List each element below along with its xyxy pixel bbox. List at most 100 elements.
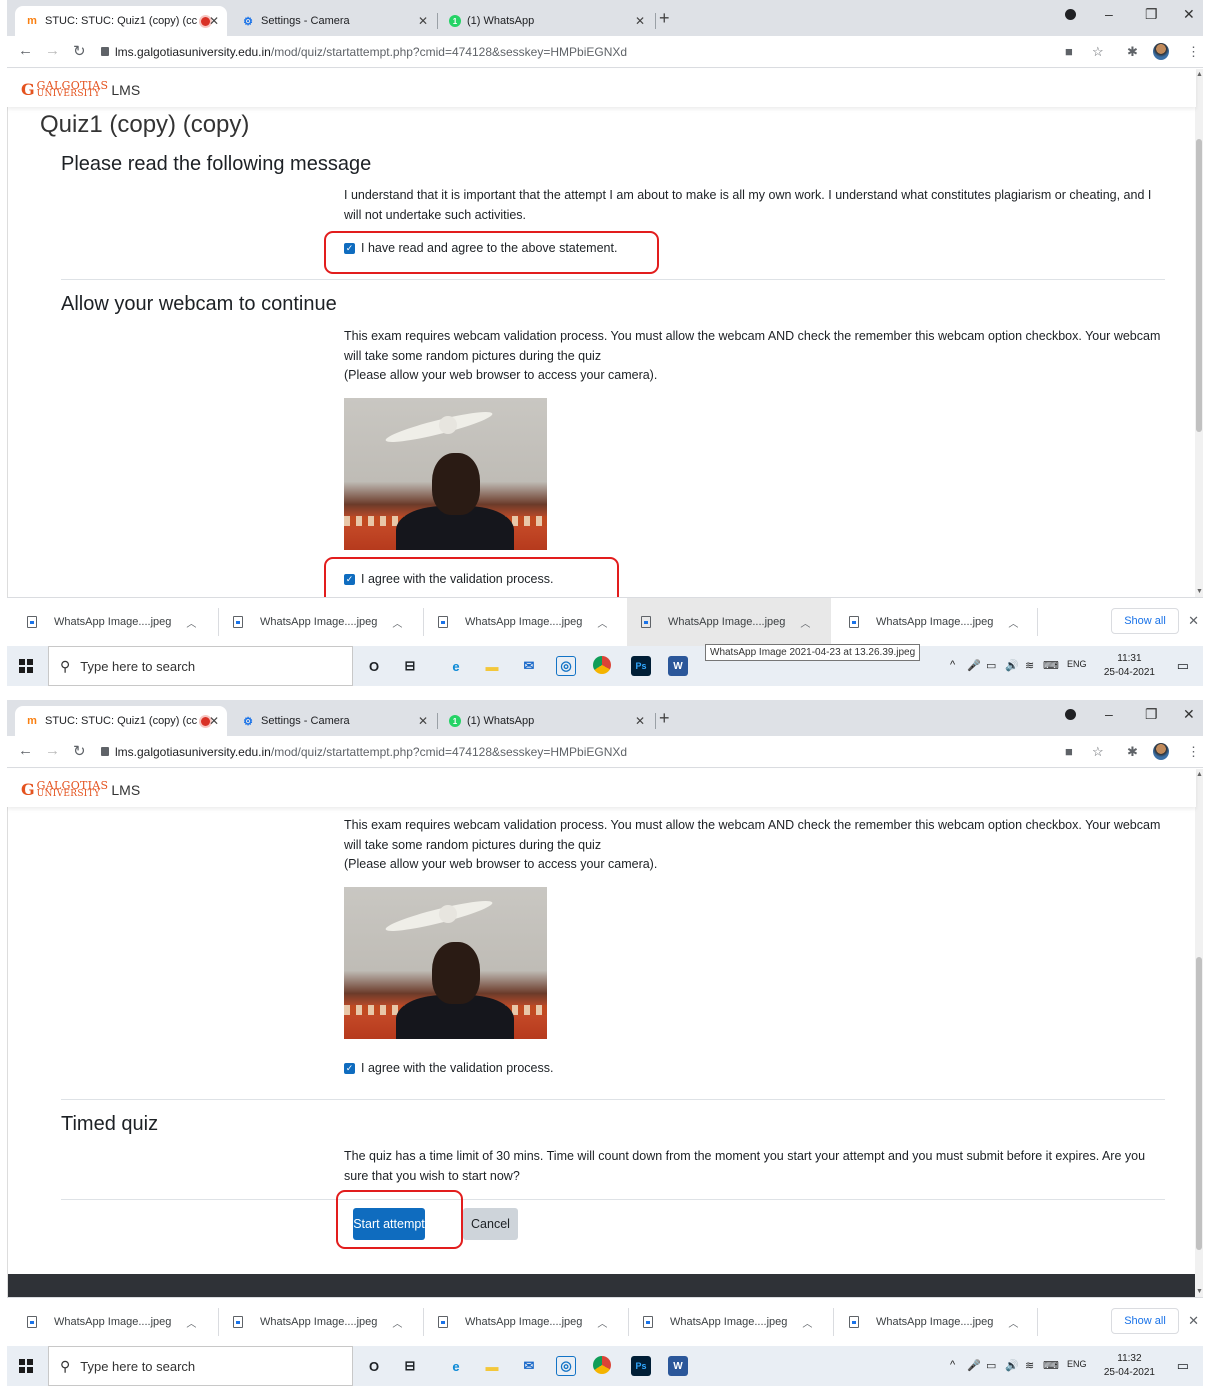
volume-icon[interactable]: 🔊 (1005, 1359, 1019, 1372)
restore-icon[interactable]: ❐ (1145, 6, 1158, 23)
chevron-up-icon[interactable]: ︿ (597, 615, 607, 630)
tab-quiz[interactable]: m STUC: STUC: Quiz1 (copy) (cc ✕ (15, 706, 227, 736)
chevron-up-icon[interactable]: ︿ (392, 615, 402, 630)
close-icon[interactable]: ✕ (635, 14, 645, 28)
close-icon[interactable]: ✕ (209, 714, 219, 728)
galgotias-logo[interactable]: G GALGOTIAS UNIVERSITY LMS (21, 780, 140, 800)
close-icon[interactable]: ✕ (1188, 1313, 1199, 1329)
cortana-icon[interactable]: O (364, 1356, 384, 1376)
cortana-icon[interactable]: O (364, 656, 384, 676)
tray-chevron-icon[interactable]: ^ (950, 1359, 955, 1371)
taskbar-search[interactable]: ⚲ Type here to search (48, 1346, 353, 1386)
menu-icon[interactable]: ⋮ (1187, 44, 1200, 60)
address-bar[interactable]: lms.galgotiasuniversity.edu.in/mod/quiz/… (115, 45, 627, 59)
tab-quiz[interactable]: m STUC: STUC: Quiz1 (copy) (cc ✕ (15, 6, 227, 36)
window-close-icon[interactable]: ✕ (1183, 6, 1195, 23)
download-item[interactable]: WhatsApp Image....jpeg ︿ (213, 1298, 423, 1346)
tab-settings-camera[interactable]: ⚙ Settings - Camera ✕ (231, 6, 436, 36)
wifi-icon[interactable]: ≋ (1025, 1359, 1034, 1372)
task-view-icon[interactable]: ⊟ (400, 1356, 420, 1376)
chevron-up-icon[interactable]: ︿ (802, 1315, 812, 1330)
download-item[interactable]: WhatsApp Image....jpeg ︿ (7, 598, 219, 646)
language-indicator[interactable]: ENG (1067, 659, 1087, 669)
close-icon[interactable]: ✕ (1188, 613, 1199, 629)
photoshop-icon[interactable]: Ps (631, 1356, 651, 1376)
scroll-down-icon[interactable]: ▼ (1196, 588, 1203, 595)
chevron-up-icon[interactable]: ︿ (1008, 1315, 1018, 1330)
star-icon[interactable]: ☆ (1092, 44, 1104, 60)
menu-icon[interactable]: ⋮ (1187, 744, 1200, 760)
task-view-icon[interactable]: ⊟ (400, 656, 420, 676)
chevron-up-icon[interactable]: ︿ (186, 615, 196, 630)
scroll-thumb[interactable] (1196, 139, 1202, 432)
edge-icon[interactable]: e (446, 1356, 466, 1376)
camera-icon[interactable]: ■ (1065, 744, 1073, 759)
star-icon[interactable]: ☆ (1092, 744, 1104, 760)
download-item[interactable]: WhatsApp Image....jpeg ︿ (7, 1298, 219, 1346)
reload-icon[interactable]: ↻ (73, 742, 86, 760)
clock[interactable]: 11:31 25-04-2021 (1104, 652, 1155, 680)
chevron-up-icon[interactable]: ︿ (186, 1315, 196, 1330)
download-item[interactable]: WhatsApp Image....jpeg ︿ (418, 598, 628, 646)
galgotias-logo[interactable]: G GALGOTIAS UNIVERSITY LMS (21, 80, 140, 100)
notification-icon[interactable]: ▭ (1177, 1358, 1189, 1374)
chevron-up-icon[interactable]: ︿ (1008, 615, 1018, 630)
clock[interactable]: 11:32 25-04-2021 (1104, 1352, 1155, 1380)
window-close-icon[interactable]: ✕ (1183, 706, 1195, 723)
wifi-icon[interactable]: ≋ (1025, 659, 1034, 672)
dell-icon[interactable]: ◎ (556, 1356, 576, 1376)
scroll-thumb[interactable] (1196, 957, 1202, 1250)
tab-whatsapp[interactable]: 1 (1) WhatsApp ✕ (439, 6, 653, 36)
show-all-button[interactable]: Show all (1111, 608, 1179, 634)
close-icon[interactable]: ✕ (418, 714, 428, 728)
tab-whatsapp[interactable]: 1 (1) WhatsApp ✕ (439, 706, 653, 736)
word-icon[interactable]: W (668, 1356, 688, 1376)
download-item[interactable]: WhatsApp Image....jpeg ︿ (829, 1298, 1039, 1346)
avatar[interactable] (1153, 743, 1169, 760)
show-all-button[interactable]: Show all (1111, 1308, 1179, 1334)
volume-icon[interactable]: 🔊 (1005, 659, 1019, 672)
microphone-icon[interactable]: 🎤 (967, 1359, 981, 1372)
profile-dot-icon[interactable] (1065, 709, 1076, 720)
download-item[interactable]: WhatsApp Image....jpeg ︿ (213, 598, 423, 646)
back-icon[interactable]: ← (18, 742, 33, 759)
windows-start-icon[interactable] (19, 1359, 33, 1373)
new-tab-icon[interactable]: + (659, 708, 670, 729)
checkbox-checked-icon[interactable]: ✓ (344, 1062, 355, 1074)
cancel-button[interactable]: Cancel (463, 1208, 518, 1240)
forward-icon[interactable]: → (45, 42, 60, 59)
file-explorer-icon[interactable]: ▬ (482, 1356, 502, 1376)
windows-start-icon[interactable] (19, 659, 33, 673)
chrome-icon[interactable] (593, 656, 611, 674)
minimize-icon[interactable]: – (1105, 6, 1113, 22)
taskbar-search[interactable]: ⚲ Type here to search (48, 646, 353, 686)
photoshop-icon[interactable]: Ps (631, 656, 651, 676)
scrollbar[interactable]: ▲ ▼ (1195, 69, 1203, 597)
profile-dot-icon[interactable] (1065, 9, 1076, 20)
mail-icon[interactable]: ✉ (519, 656, 539, 676)
chevron-up-icon[interactable]: ︿ (800, 615, 810, 630)
tab-settings-camera[interactable]: ⚙ Settings - Camera ✕ (231, 706, 436, 736)
new-tab-icon[interactable]: + (659, 8, 670, 29)
close-icon[interactable]: ✕ (418, 14, 428, 28)
extensions-icon[interactable]: ✱ (1127, 744, 1138, 760)
dell-icon[interactable]: ◎ (556, 656, 576, 676)
download-item[interactable]: WhatsApp Image....jpeg ︿ (623, 1298, 833, 1346)
close-icon[interactable]: ✕ (209, 14, 219, 28)
scrollbar[interactable]: ▲ ▼ (1195, 769, 1203, 1297)
address-bar[interactable]: lms.galgotiasuniversity.edu.in/mod/quiz/… (115, 745, 627, 759)
close-icon[interactable]: ✕ (635, 714, 645, 728)
tray-chevron-icon[interactable]: ^ (950, 659, 955, 671)
edge-icon[interactable]: e (446, 656, 466, 676)
battery-icon[interactable]: ▭ (986, 1359, 996, 1372)
mail-icon[interactable]: ✉ (519, 1356, 539, 1376)
restore-icon[interactable]: ❐ (1145, 706, 1158, 723)
scroll-up-icon[interactable]: ▲ (1196, 771, 1203, 778)
back-icon[interactable]: ← (18, 42, 33, 59)
download-item[interactable]: WhatsApp Image....jpeg ︿ (829, 598, 1039, 646)
forward-icon[interactable]: → (45, 742, 60, 759)
language-indicator[interactable]: ENG (1067, 1359, 1087, 1369)
chevron-up-icon[interactable]: ︿ (597, 1315, 607, 1330)
microphone-icon[interactable]: 🎤 (967, 659, 981, 672)
download-item[interactable]: WhatsApp Image....jpeg ︿ (418, 1298, 628, 1346)
